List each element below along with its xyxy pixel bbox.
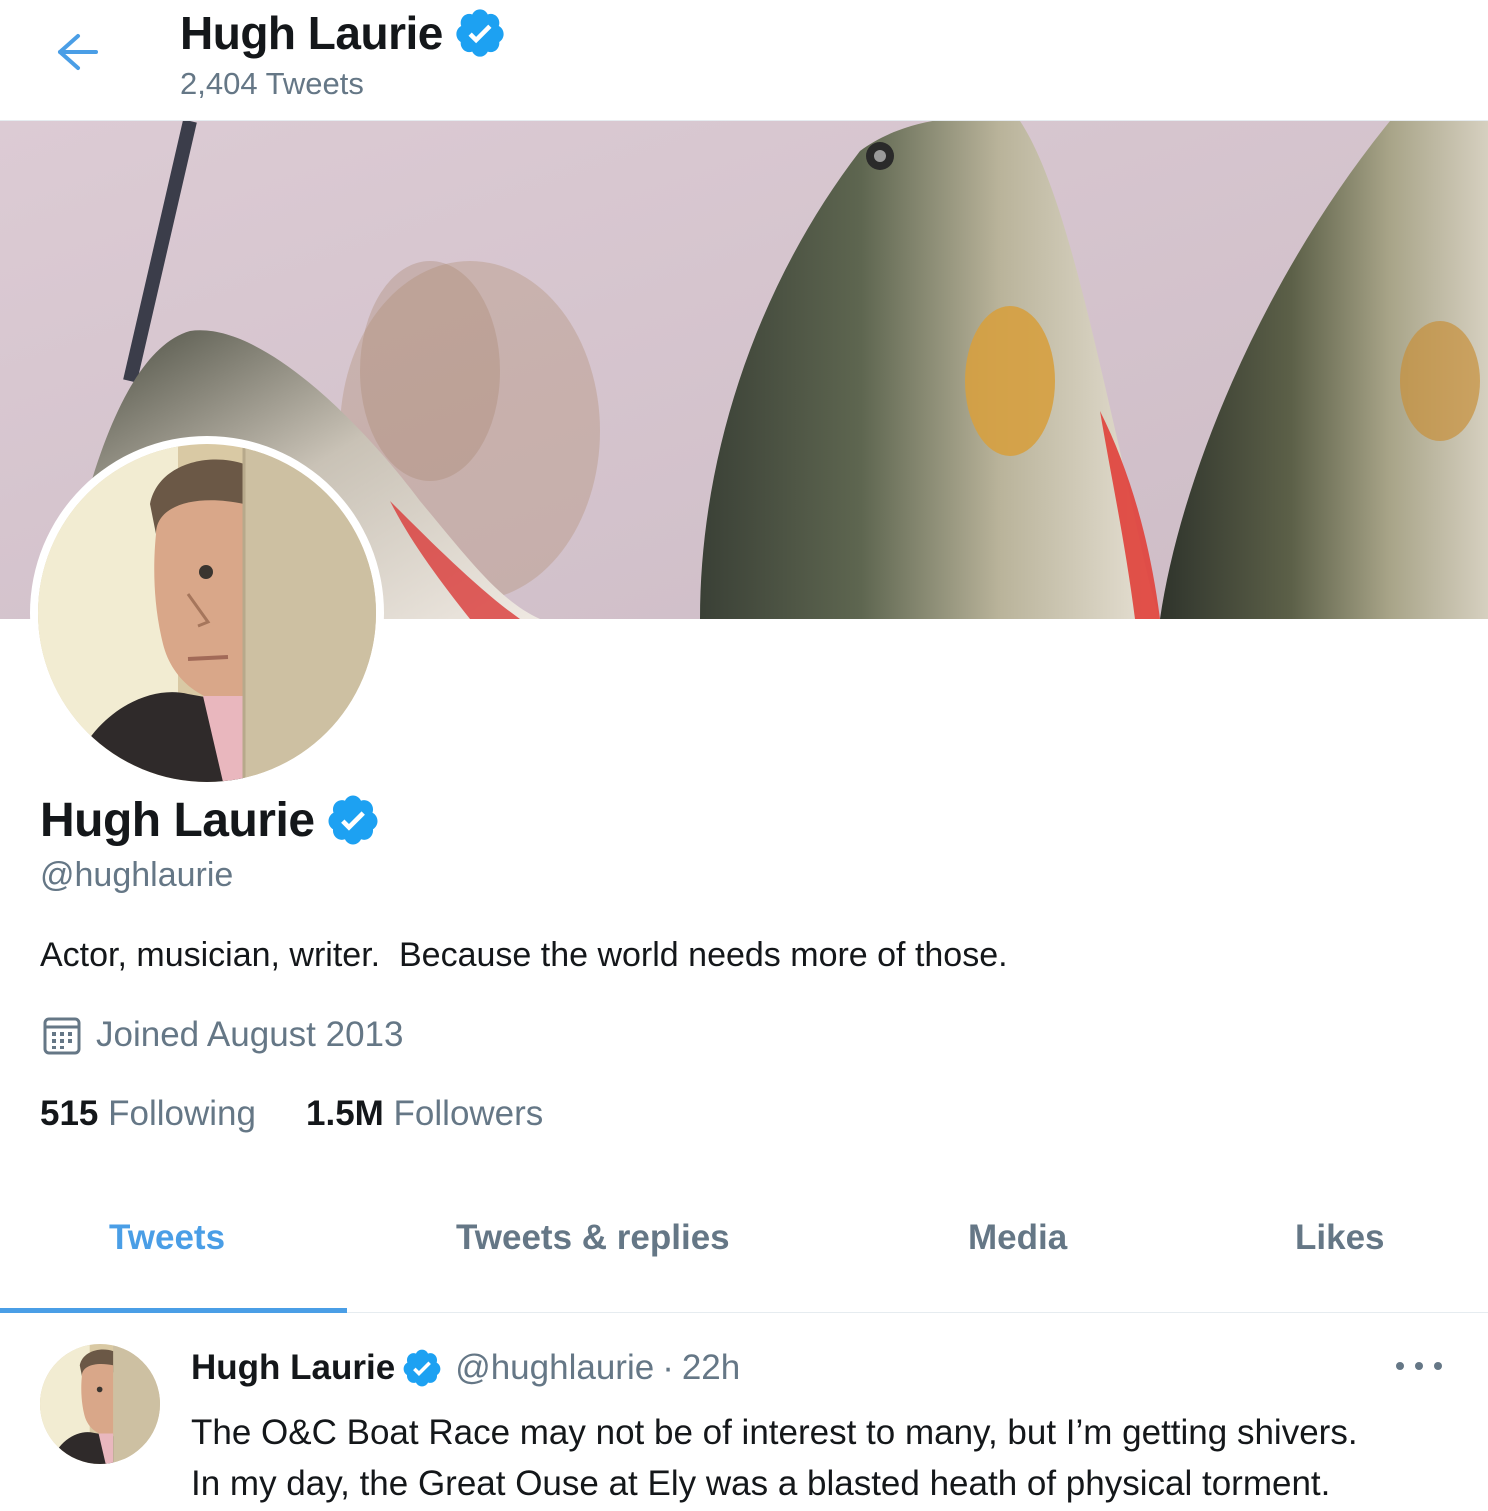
followers-count: 1.5M bbox=[306, 1094, 384, 1133]
tab-tweets-and-replies[interactable]: Tweets & replies bbox=[456, 1218, 730, 1258]
tweet-text-line: The O&C Boat Race may not be of interest… bbox=[191, 1413, 1358, 1452]
tweet-author-name[interactable]: Hugh Laurie bbox=[191, 1348, 395, 1388]
header-tweet-count: 2,404 Tweets bbox=[180, 66, 364, 101]
profile-name-text: Hugh Laurie bbox=[40, 793, 315, 847]
profile-avatar[interactable] bbox=[30, 436, 384, 790]
tweet-more-button[interactable] bbox=[1396, 1349, 1442, 1383]
tab-tweets[interactable]: Tweets bbox=[109, 1218, 225, 1258]
profile-tabs: Tweets Tweets & replies Media Likes bbox=[0, 1190, 1488, 1313]
more-horizontal-icon-dot bbox=[1396, 1362, 1404, 1370]
tweet-author-handle[interactable]: @hughlaurie bbox=[455, 1348, 654, 1388]
followers-label: Followers bbox=[393, 1094, 544, 1133]
more-horizontal-icon-dot bbox=[1415, 1362, 1423, 1370]
tweet-timestamp[interactable]: 22h bbox=[682, 1348, 740, 1388]
verified-badge-icon bbox=[328, 795, 378, 845]
header-title: Hugh Laurie bbox=[180, 6, 507, 60]
tab-media[interactable]: Media bbox=[968, 1218, 1067, 1258]
tweet-header: Hugh Laurie @hughlaurie · 22h bbox=[191, 1347, 740, 1389]
tweet-separator: · bbox=[662, 1348, 674, 1387]
calendar-icon bbox=[42, 1014, 82, 1056]
tab-likes[interactable]: Likes bbox=[1295, 1218, 1385, 1258]
tweet-avatar-image bbox=[40, 1344, 160, 1464]
joined-date: Joined August 2013 bbox=[42, 1014, 403, 1056]
avatar-image bbox=[38, 444, 376, 782]
joined-text: Joined August 2013 bbox=[96, 1015, 404, 1054]
follow-stats: 515 Following 1.5M Followers bbox=[40, 1094, 593, 1134]
top-header: Hugh Laurie 2,404 Tweets bbox=[0, 0, 1488, 121]
following-link[interactable]: 515 Following bbox=[40, 1094, 256, 1134]
tweet-text: The O&C Boat Race may not be of interest… bbox=[191, 1407, 1471, 1509]
profile-name: Hugh Laurie bbox=[40, 792, 381, 848]
following-label: Following bbox=[108, 1094, 256, 1133]
verified-badge-icon bbox=[456, 9, 504, 57]
verified-badge-icon bbox=[403, 1349, 441, 1387]
more-horizontal-icon-dot bbox=[1434, 1362, 1442, 1370]
back-button[interactable] bbox=[50, 28, 104, 76]
tweet-avatar[interactable] bbox=[40, 1344, 160, 1464]
header-name: Hugh Laurie bbox=[180, 7, 443, 59]
arrow-left-icon bbox=[58, 34, 98, 70]
following-count: 515 bbox=[40, 1094, 99, 1133]
tweet-item[interactable]: Hugh Laurie @hughlaurie · 22h The O&C Bo… bbox=[0, 1313, 1488, 1511]
tweet-text-line: In my day, the Great Ouse at Ely was a b… bbox=[191, 1464, 1331, 1503]
profile-bio: Actor, musician, writer. Because the wor… bbox=[40, 936, 1008, 974]
followers-link[interactable]: 1.5M Followers bbox=[306, 1094, 543, 1134]
profile-handle: @hughlaurie bbox=[40, 856, 234, 894]
